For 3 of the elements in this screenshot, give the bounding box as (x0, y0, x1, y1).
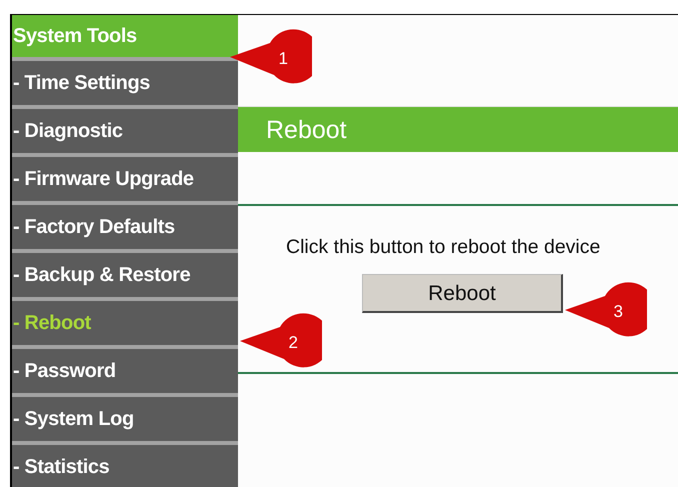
panel-title: Reboot (238, 106, 678, 152)
reboot-button[interactable]: Reboot (362, 274, 563, 314)
reboot-description: Click this button to reboot the device (285, 235, 602, 260)
